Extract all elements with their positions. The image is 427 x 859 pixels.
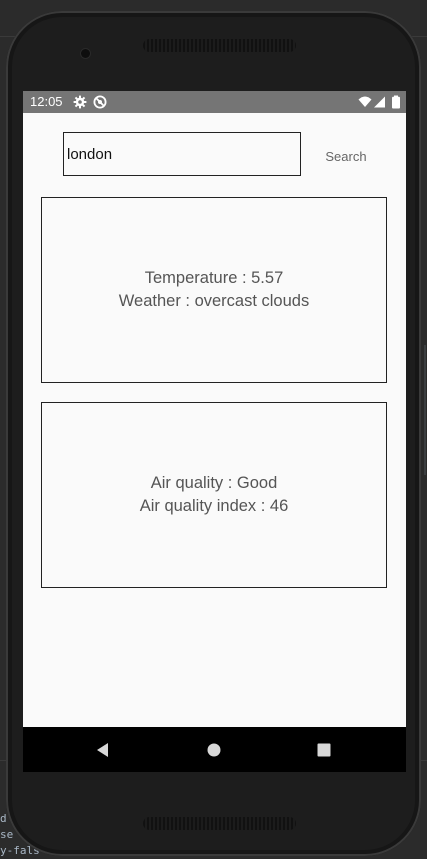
- top-speaker: [143, 39, 296, 52]
- settings-gear-icon: [73, 95, 87, 109]
- city-search-input[interactable]: [63, 132, 301, 176]
- cellular-signal-icon: [374, 96, 385, 108]
- recents-icon[interactable]: [314, 740, 334, 760]
- status-time: 12:05: [30, 94, 63, 109]
- weather-description-text: Weather : overcast clouds: [118, 292, 310, 310]
- navigation-bar: [23, 727, 406, 772]
- search-button[interactable]: Search: [311, 141, 381, 171]
- back-icon[interactable]: [93, 740, 113, 760]
- do-not-disturb-icon: [93, 95, 107, 109]
- temperature-text: Temperature : 5.57: [144, 269, 284, 287]
- bottom-speaker: [143, 817, 296, 830]
- weather-card: Temperature : 5.57 Weather : overcast cl…: [41, 197, 387, 383]
- device-screen: 12:05 london Search Temperature: 5.57 W…: [23, 91, 406, 772]
- ide-console-line-1: d: [0, 812, 7, 825]
- battery-icon: [392, 95, 400, 109]
- air-quality-index-text: Air quality index : 46: [139, 497, 289, 515]
- ide-scroll-divider: [424, 345, 426, 475]
- air-quality-card: Air quality : Good Air quality index : 4…: [41, 402, 387, 588]
- wifi-icon: [358, 96, 372, 107]
- status-bar: 12:05: [23, 91, 406, 113]
- front-camera: [81, 49, 90, 58]
- ide-console-line-2: se: [0, 828, 14, 841]
- home-icon[interactable]: [204, 740, 224, 760]
- air-quality-text: Air quality : Good: [150, 474, 278, 492]
